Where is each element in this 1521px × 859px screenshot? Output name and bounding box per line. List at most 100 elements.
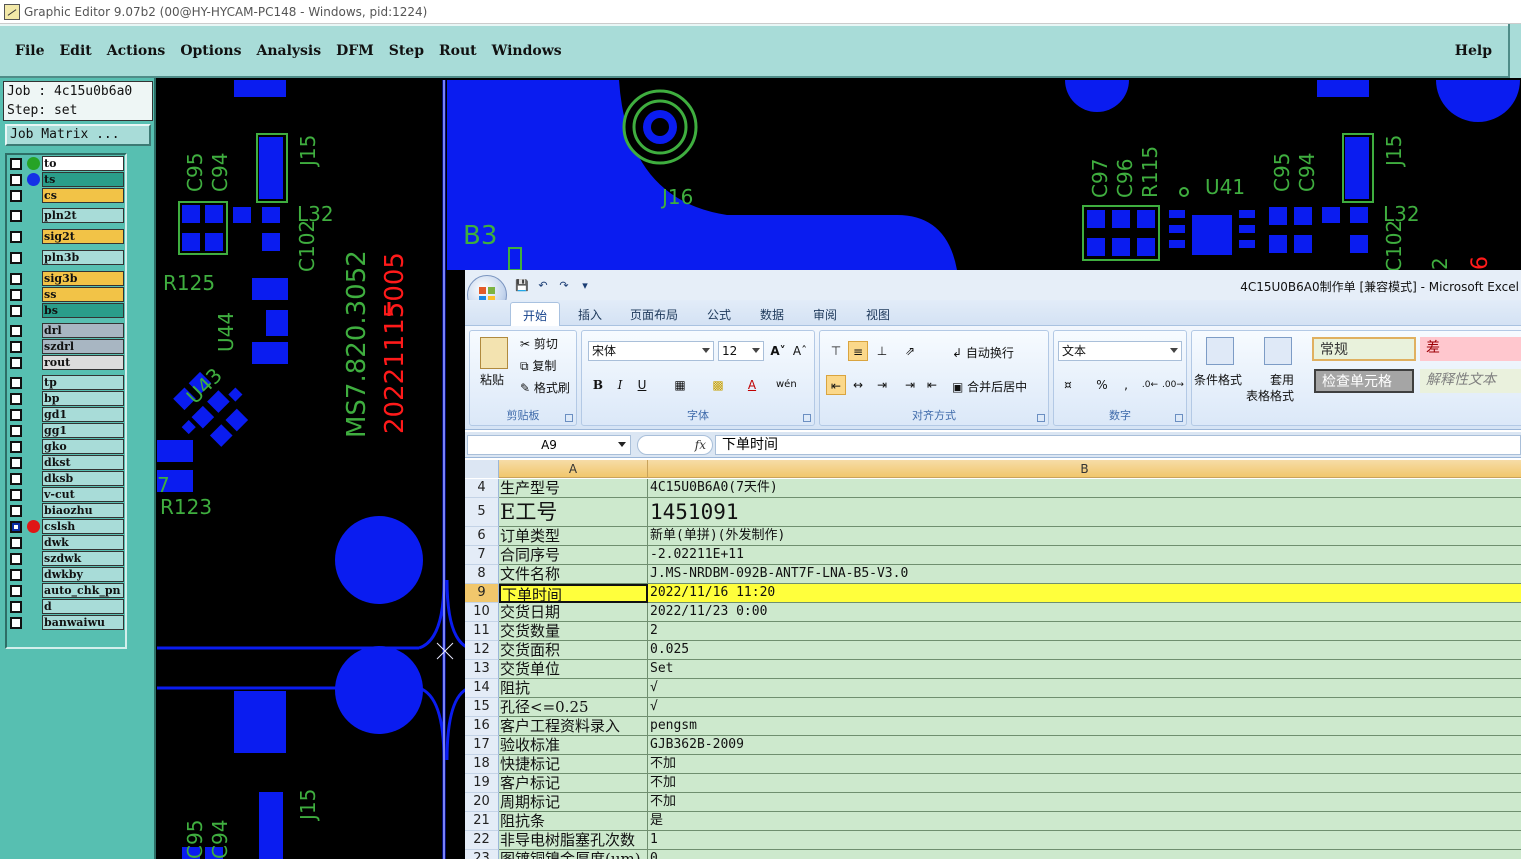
percent-button[interactable]: %: [1092, 375, 1112, 395]
layer-name-dwk[interactable]: dwk: [42, 535, 124, 550]
cell-a[interactable]: 阻抗条: [499, 812, 648, 831]
layer-name-dwkby[interactable]: dwkby: [42, 567, 124, 582]
align-center-icon[interactable]: ↔: [848, 375, 868, 395]
font-size-combo[interactable]: 12: [718, 341, 764, 361]
row-header[interactable]: 15: [465, 698, 499, 717]
save-icon[interactable]: 💾: [513, 278, 531, 294]
row-header[interactable]: 14: [465, 679, 499, 698]
cell-b[interactable]: 2: [648, 622, 1521, 641]
column-header-a[interactable]: A: [499, 460, 648, 478]
bold-button[interactable]: B: [588, 375, 608, 395]
layer-row[interactable]: bs: [8, 303, 126, 318]
font-name-combo[interactable]: 宋体: [588, 341, 714, 361]
style-check-cell[interactable]: 检查单元格: [1314, 369, 1414, 393]
currency-icon[interactable]: ¤: [1058, 375, 1078, 395]
align-right-icon[interactable]: ⇥: [872, 375, 892, 395]
layer-row[interactable]: cslsh: [8, 519, 126, 534]
layer-checkbox[interactable]: [10, 210, 22, 222]
align-middle-icon[interactable]: ≡: [848, 341, 868, 361]
layer-row[interactable]: tp: [8, 375, 126, 390]
layer-checkbox[interactable]: [10, 190, 22, 202]
layer-name-gg1[interactable]: gg1: [42, 423, 124, 438]
cell-a[interactable]: 验收标准: [499, 736, 648, 755]
menu-file[interactable]: File: [15, 41, 44, 61]
row-header[interactable]: 17: [465, 736, 499, 755]
cell-b[interactable]: pengsm: [648, 717, 1521, 736]
cell-b[interactable]: 2022/11/16 11:20: [648, 584, 1521, 603]
layer-checkbox[interactable]: [10, 341, 22, 353]
layer-checkbox[interactable]: [10, 457, 22, 469]
layer-checkbox[interactable]: [10, 569, 22, 581]
layer-name-d[interactable]: d: [42, 599, 124, 614]
cell-a[interactable]: 交货日期: [499, 603, 648, 622]
layer-name-ts[interactable]: ts: [42, 172, 124, 187]
number-format-combo[interactable]: 文本: [1058, 341, 1182, 361]
cell-a[interactable]: 非导电树脂塞孔次数: [499, 831, 648, 850]
layer-checkbox[interactable]: [10, 617, 22, 629]
cell-a[interactable]: 客户标记: [499, 774, 648, 793]
phonetic-icon[interactable]: wén: [776, 375, 797, 395]
layer-checkbox[interactable]: [10, 393, 22, 405]
menu-step[interactable]: Step: [389, 41, 424, 61]
layer-name-szdwk[interactable]: szdwk: [42, 551, 124, 566]
merge-center-button[interactable]: ▣ 合并后居中: [952, 378, 1027, 395]
tab-home[interactable]: 开始: [510, 302, 561, 327]
layer-checkbox[interactable]: [10, 473, 22, 485]
cell-a[interactable]: 交货面积: [499, 641, 648, 660]
cell-a[interactable]: 孔径<=0.25: [499, 698, 648, 717]
layer-name-dksb[interactable]: dksb: [42, 471, 124, 486]
layer-row[interactable]: sig3b: [8, 271, 126, 286]
layer-row[interactable]: d: [8, 599, 126, 614]
menu-edit[interactable]: Edit: [59, 41, 91, 61]
layer-name-tp[interactable]: tp: [42, 375, 124, 390]
cell-b[interactable]: 是: [648, 812, 1521, 831]
menu-rout[interactable]: Rout: [439, 41, 477, 61]
decrease-decimal-icon[interactable]: .00→: [1162, 375, 1184, 395]
cell-a[interactable]: 交货单位: [499, 660, 648, 679]
row-header[interactable]: 19: [465, 774, 499, 793]
layer-row[interactable]: ts: [8, 172, 126, 187]
formula-input[interactable]: 下单时间: [715, 435, 1521, 455]
layer-row[interactable]: pln3b: [8, 250, 126, 265]
row-header[interactable]: 5: [465, 498, 499, 527]
insert-function-button[interactable]: fx: [637, 435, 713, 455]
format-painter-button[interactable]: ✎ 格式刷: [520, 379, 570, 396]
layer-row[interactable]: dwkby: [8, 567, 126, 582]
layer-name-pln3b[interactable]: pln3b: [42, 250, 124, 265]
decrease-indent-icon[interactable]: ⇥: [900, 375, 920, 395]
align-bottom-icon[interactable]: ⊥: [872, 341, 892, 361]
worksheet-grid[interactable]: A B 4 生产型号 4C15U0B6A0(7天件) 5 E工号 1451091 6 订单类型…: [465, 460, 1521, 859]
style-bad[interactable]: 差: [1420, 337, 1521, 361]
layer-checkbox[interactable]: [10, 441, 22, 453]
row-header[interactable]: 6: [465, 527, 499, 546]
comma-button[interactable]: ,: [1116, 375, 1136, 395]
number-launcher[interactable]: [1175, 414, 1183, 422]
layer-name-to[interactable]: to: [42, 156, 124, 171]
select-all-corner[interactable]: [465, 460, 499, 478]
cell-b[interactable]: 2022/11/23 0:00: [648, 603, 1521, 622]
undo-icon[interactable]: ↶: [534, 278, 552, 294]
cell-b[interactable]: 0.025: [648, 641, 1521, 660]
cell-a[interactable]: 快捷标记: [499, 755, 648, 774]
cell-a[interactable]: 阻抗: [499, 679, 648, 698]
copy-button[interactable]: ⧉ 复制: [520, 357, 556, 374]
layer-checkbox[interactable]: [10, 585, 22, 597]
layer-checkbox[interactable]: [10, 231, 22, 243]
tab-page-layout[interactable]: 页面布局: [630, 306, 678, 323]
layer-checkbox[interactable]: [10, 289, 22, 301]
layer-row[interactable]: cs: [8, 188, 126, 203]
layer-name-cslsh[interactable]: cslsh: [42, 519, 124, 534]
cell-a[interactable]: 周期标记: [499, 793, 648, 812]
layer-row[interactable]: dksb: [8, 471, 126, 486]
menu-actions[interactable]: Actions: [107, 41, 166, 61]
layer-display-dot[interactable]: [27, 520, 40, 533]
row-header[interactable]: 7: [465, 546, 499, 565]
layer-row[interactable]: gg1: [8, 423, 126, 438]
row-header[interactable]: 9: [465, 584, 499, 603]
tab-view[interactable]: 视图: [866, 306, 890, 323]
layer-name-biaozhu[interactable]: biaozhu: [42, 503, 124, 518]
layer-name-szdrl[interactable]: szdrl: [42, 339, 124, 354]
orientation-icon[interactable]: ⇗: [900, 341, 920, 361]
layer-checkbox[interactable]: [10, 305, 22, 317]
layer-row[interactable]: auto_chk_pn: [8, 583, 126, 598]
